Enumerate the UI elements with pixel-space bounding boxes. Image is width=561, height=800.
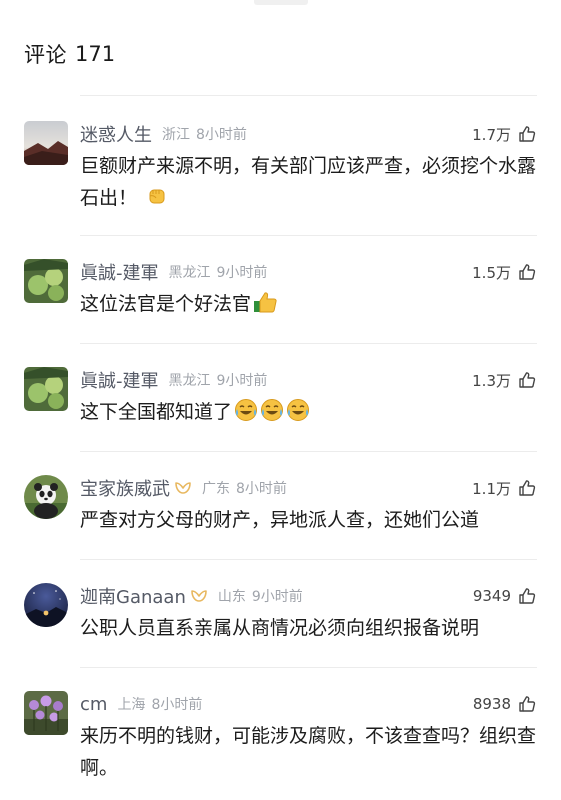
- location: 山东: [217, 589, 246, 605]
- location: 浙江: [162, 127, 190, 143]
- divider: [80, 235, 537, 236]
- avatar[interactable]: [24, 691, 68, 735]
- timestamp: 8小时前: [151, 697, 203, 713]
- like-count: 1.1万: [472, 479, 511, 498]
- user-name[interactable]: 宝家族威武: [80, 475, 170, 501]
- comment-meta: 迷惑人生 浙江 8小时前: [80, 121, 247, 147]
- comment-item: 眞誠-建軍 黑龙江 9小时前 1.3万 这下全国都知道了: [0, 367, 561, 447]
- comment-text: 这下全国都知道了: [80, 396, 537, 432]
- crying-laughing-emoji-icon: [234, 398, 312, 432]
- like-button[interactable]: 1.3万: [472, 367, 537, 393]
- comment-item: 迦南Ganaan 山东 9小时前 9349 公职人员直系亲属从商情况必须向组织报…: [0, 583, 561, 663]
- timestamp: 9小时前: [216, 265, 268, 281]
- comments-count: 171: [75, 42, 116, 66]
- thumbs-up-icon: [519, 480, 536, 496]
- like-button[interactable]: 1.5万: [472, 259, 537, 285]
- user-name[interactable]: 迷惑人生: [80, 121, 152, 147]
- like-count: 8938: [472, 695, 511, 713]
- comment-meta: cm 上海 8小时前: [80, 691, 202, 717]
- comment-item: 眞誠-建軍 黑龙江 9小时前 1.5万 这位法官是个好法官: [0, 259, 561, 339]
- like-button[interactable]: 1.1万: [472, 475, 537, 501]
- avatar[interactable]: [24, 583, 68, 627]
- fan-badge-icon: [191, 590, 207, 602]
- user-name[interactable]: 迦南Ganaan: [80, 583, 186, 609]
- comment-meta: 眞誠-建軍 黑龙江 9小时前: [80, 367, 267, 393]
- divider: [80, 95, 537, 96]
- comment-item: 宝家族威武 广东 8小时前 1.1万 严查对方父母的财产，异地派人查，还她们公道: [0, 475, 561, 555]
- comment-text: 公职人员直系亲属从商情况必须向组织报备说明: [80, 612, 537, 644]
- location: 黑龙江: [168, 373, 211, 389]
- comment-body: 这下全国都知道了: [80, 401, 233, 423]
- comments-title: 评论: [24, 43, 67, 67]
- fist-emoji-icon: [145, 184, 169, 218]
- user-name[interactable]: 眞誠-建軍: [80, 367, 159, 393]
- comment-item: cm 上海 8小时前 8938 来历不明的钱财，可能涉及腐败，不该查查吗？组织查…: [0, 691, 561, 800]
- like-count: 1.7万: [472, 125, 511, 144]
- location: 上海: [117, 697, 146, 713]
- comment-text: 巨额财产来源不明，有关部门应该严查，必须挖个水露石出！: [80, 150, 537, 218]
- comment-meta: 迦南Ganaan 山东 9小时前: [80, 583, 303, 609]
- like-button[interactable]: 8938: [473, 691, 537, 717]
- avatar[interactable]: [24, 259, 68, 303]
- thumbs-up-icon: [519, 588, 536, 604]
- divider: [80, 451, 537, 452]
- comments-header: 评论 171: [24, 36, 115, 72]
- fan-badge-icon: [175, 482, 191, 494]
- timestamp: 8小时前: [196, 127, 247, 143]
- comment-text: 严查对方父母的财产，异地派人查，还她们公道: [80, 504, 537, 536]
- comment-text: 这位法官是个好法官: [80, 288, 537, 324]
- like-count: 1.5万: [472, 263, 511, 282]
- location: 黑龙江: [168, 265, 211, 281]
- comment-meta: 宝家族威武 广东 8小时前: [80, 475, 287, 501]
- comment-body: 这位法官是个好法官: [80, 293, 252, 315]
- avatar[interactable]: [24, 367, 68, 411]
- user-name[interactable]: 眞誠-建軍: [80, 259, 159, 285]
- avatar[interactable]: [24, 475, 68, 519]
- drag-handle[interactable]: [254, 0, 308, 5]
- like-button[interactable]: 9349: [473, 583, 537, 609]
- thumbs-up-icon: [519, 696, 536, 712]
- divider: [80, 559, 537, 560]
- comment-item: 迷惑人生 浙江 8小时前 1.7万 巨额财产来源不明，有关部门应该严查，必须挖个…: [0, 121, 561, 231]
- comment-body: 公职人员直系亲属从商情况必须向组织报备说明: [80, 617, 480, 639]
- thumbs-up-emoji-icon: [253, 290, 279, 324]
- like-count: 1.3万: [472, 371, 511, 390]
- timestamp: 9小时前: [216, 373, 268, 389]
- location: 广东: [202, 481, 230, 497]
- comment-body: 来历不明的钱财，可能涉及腐败，不该查查吗？组织查啊。: [80, 725, 537, 779]
- like-button[interactable]: 1.7万: [472, 121, 537, 147]
- comment-body: 严查对方父母的财产，异地派人查，还她们公道: [80, 509, 480, 531]
- avatar[interactable]: [24, 121, 68, 165]
- user-name[interactable]: cm: [80, 694, 107, 715]
- thumbs-up-icon: [519, 126, 536, 142]
- comment-text: 来历不明的钱财，可能涉及腐败，不该查查吗？组织查啊。: [80, 720, 537, 784]
- divider: [80, 667, 537, 668]
- timestamp: 9小时前: [251, 589, 303, 605]
- comment-meta: 眞誠-建軍 黑龙江 9小时前: [80, 259, 267, 285]
- timestamp: 8小时前: [236, 481, 287, 497]
- like-count: 9349: [472, 587, 511, 605]
- thumbs-up-icon: [519, 264, 536, 280]
- thumbs-up-icon: [519, 372, 536, 388]
- divider: [80, 343, 537, 344]
